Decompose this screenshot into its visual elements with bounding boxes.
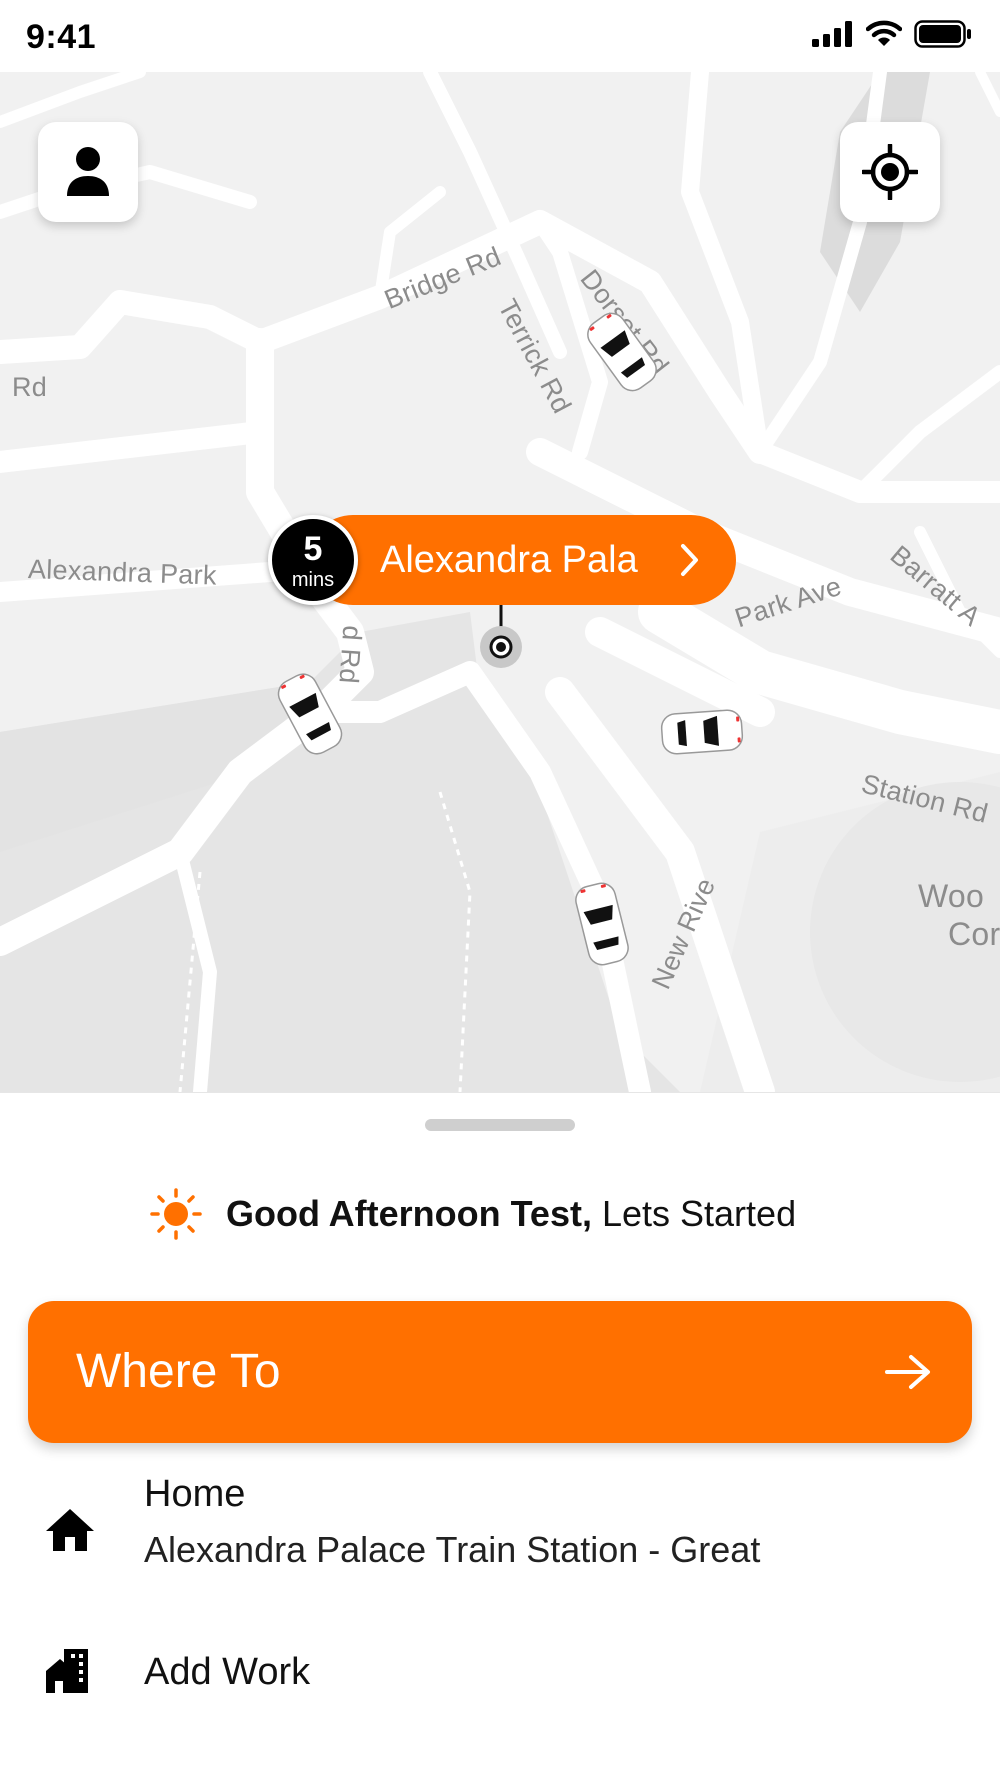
road-label: Rd bbox=[12, 372, 48, 402]
work-building-icon bbox=[46, 1649, 88, 1693]
profile-button[interactable] bbox=[38, 122, 138, 222]
road-label: d Rd bbox=[333, 624, 368, 685]
arrow-right-icon bbox=[885, 1355, 930, 1389]
locate-icon bbox=[862, 144, 918, 200]
sun-icon bbox=[150, 1188, 202, 1240]
sheet-drag-handle[interactable] bbox=[425, 1119, 575, 1131]
battery-icon bbox=[914, 20, 971, 48]
saved-place-home[interactable]: Home Alexandra Palace Train Station - Gr… bbox=[0, 1471, 1000, 1589]
home-title: Home bbox=[144, 1473, 246, 1515]
greeting-name: Good Afternoon Test, bbox=[226, 1193, 592, 1234]
wifi-icon bbox=[866, 20, 902, 46]
pickup-location-callout[interactable]: Alexandra Pala 5 mins bbox=[268, 515, 736, 605]
chevron-right-icon bbox=[681, 544, 698, 576]
locate-me-button[interactable] bbox=[840, 122, 940, 222]
greeting-message: Lets Started bbox=[591, 1193, 797, 1234]
add-work-title: Add Work bbox=[144, 1651, 311, 1693]
status-bar: 9:41 bbox=[0, 0, 1000, 72]
eta-unit: mins bbox=[291, 569, 335, 591]
road-label: Woo bbox=[918, 878, 985, 914]
where-to-label: Where To bbox=[76, 1345, 281, 1398]
status-time: 9:41 bbox=[26, 18, 97, 56]
pickup-location-label: Alexandra Pala bbox=[380, 539, 638, 581]
map-view[interactable]: Bridge Rd Dorset Rd Terrick Rd Rd Alexan… bbox=[0, 72, 1000, 1092]
home-icon bbox=[46, 1509, 94, 1551]
bottom-sheet: Good Afternoon Test, Lets Started Where … bbox=[0, 1092, 1000, 1779]
car-icon[interactable] bbox=[659, 707, 746, 757]
road-label: Alexandra Park bbox=[27, 554, 218, 591]
cellular-signal-icon bbox=[812, 21, 852, 47]
location-pin-icon bbox=[480, 605, 522, 668]
eta-badge: 5 mins bbox=[268, 515, 358, 605]
greeting-text: Good Afternoon Test, Lets Started bbox=[226, 1193, 796, 1235]
eta-number: 5 bbox=[303, 530, 323, 568]
status-icons bbox=[812, 20, 972, 48]
profile-icon bbox=[67, 147, 109, 196]
saved-place-work[interactable]: Add Work bbox=[0, 1637, 1000, 1717]
greeting: Good Afternoon Test, Lets Started bbox=[150, 1188, 796, 1240]
road-label: Cor bbox=[948, 916, 1000, 952]
home-address: Alexandra Palace Train Station - Great bbox=[144, 1529, 761, 1570]
where-to-button[interactable]: Where To bbox=[28, 1301, 972, 1443]
